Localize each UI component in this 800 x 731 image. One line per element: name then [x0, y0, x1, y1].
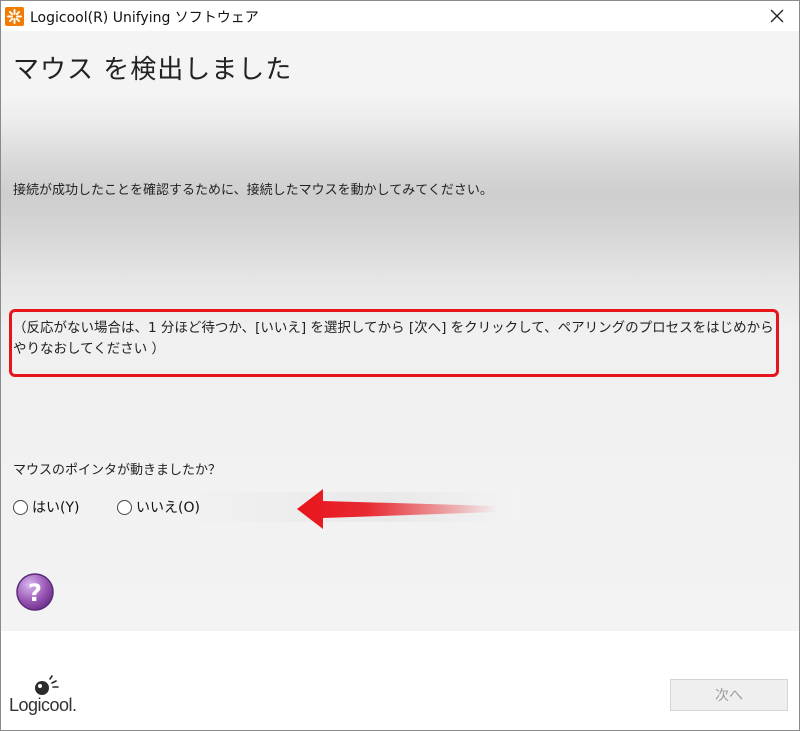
logicool-unifying-icon — [5, 7, 24, 26]
question-text: マウスのポインタが動きましたか？ — [13, 463, 222, 478]
help-button[interactable]: ? — [15, 572, 55, 612]
radio-no-label: いいえ(O) — [136, 500, 200, 516]
logo-text: Logicool. — [9, 695, 77, 715]
red-arrow-annotation — [297, 489, 497, 529]
radio-yes-label: はい(Y) — [32, 500, 80, 516]
close-icon — [770, 9, 784, 23]
help-icon: ? — [16, 573, 54, 611]
title-bar: Logicool(R) Unifying ソフトウェア — [1, 1, 799, 31]
instruction-text: 接続が成功したことを確認するために、接続したマウスを動かしてみてください。 — [13, 183, 493, 198]
note-text: （反応がない場合は、1 分ほど待つか、[いいえ] を選択してから [次へ] をク… — [13, 320, 774, 357]
radio-no-circle[interactable] — [117, 499, 132, 515]
window-title: Logicool(R) Unifying ソフトウェア — [30, 10, 259, 26]
page-title: マウス を検出しました — [13, 55, 293, 85]
radio-yes-circle[interactable] — [13, 499, 28, 515]
next-button[interactable]: 次へ — [670, 679, 788, 711]
radio-no[interactable]: いいえ(O) — [117, 497, 200, 517]
unifying-software-window: Logicool(R) Unifying ソフトウェア マウス を検出しました … — [0, 0, 800, 731]
svg-text:?: ? — [28, 579, 42, 607]
radio-yes[interactable]: はい(Y) — [13, 497, 79, 517]
logicool-mark-icon — [35, 675, 59, 695]
close-button[interactable] — [763, 3, 791, 29]
